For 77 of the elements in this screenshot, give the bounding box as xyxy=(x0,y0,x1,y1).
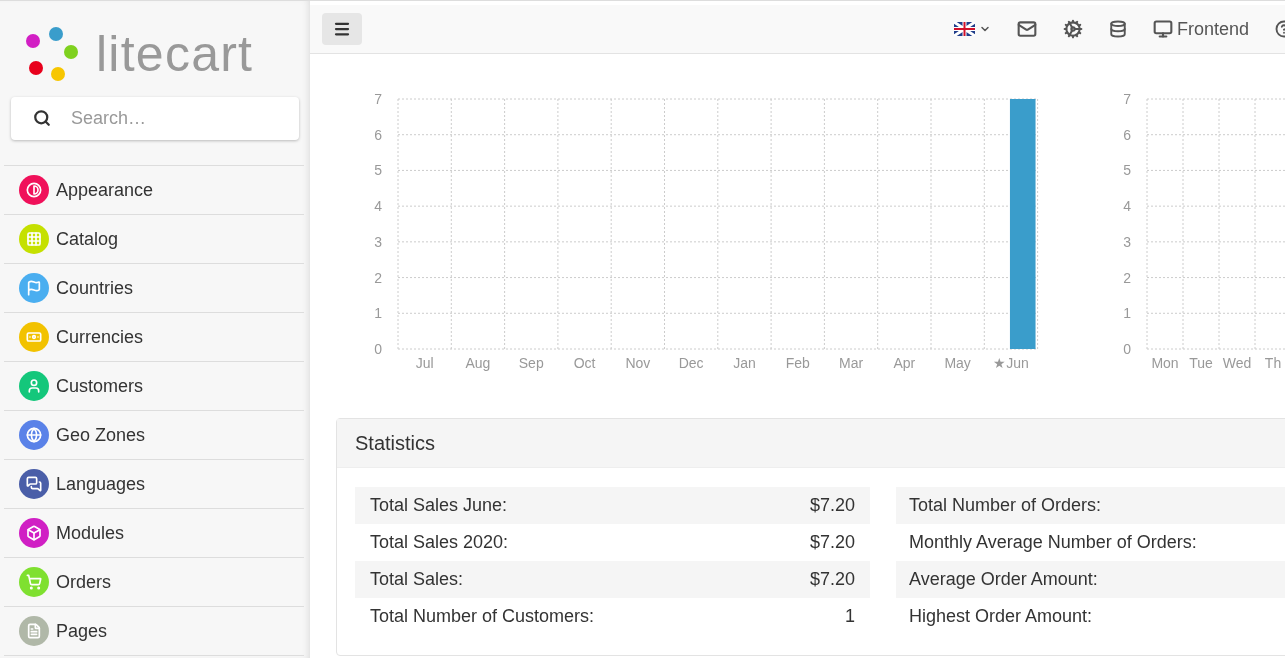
axis-tick-label: Mon xyxy=(1151,355,1179,371)
menu-item-label: Modules xyxy=(56,521,125,545)
stat-label: Total Sales June: xyxy=(370,494,508,517)
stat-label: Monthly Average Number of Orders: xyxy=(909,531,1197,554)
axis-tick-label: Tue xyxy=(1189,355,1213,371)
axis-tick-label: 0 xyxy=(1123,341,1131,357)
stat-value: $7.20 xyxy=(809,568,855,591)
axis-tick-label: 4 xyxy=(1123,198,1131,215)
stat-value: $7.20 xyxy=(809,531,855,554)
menu-item-label: Languages xyxy=(56,472,146,496)
axis-tick-label: 6 xyxy=(1123,126,1131,143)
stat-value: $7.20 xyxy=(809,494,855,517)
sidebar-item[interactable]: Appearance xyxy=(4,166,304,215)
sidebar-item[interactable]: Geo Zones xyxy=(4,411,304,460)
logo-dots-icon xyxy=(26,27,80,81)
language-flag-dropdown[interactable] xyxy=(953,22,991,36)
menu-icon xyxy=(333,20,351,38)
axis-tick-label: 1 xyxy=(374,305,382,322)
stat-label: Total Number of Orders: xyxy=(909,494,1102,517)
menu-item-label: Catalog xyxy=(56,227,119,251)
axis-tick-label: Feb xyxy=(785,355,810,371)
axis-tick-label: 6 xyxy=(374,126,382,143)
menu-item-label: Countries xyxy=(56,276,134,300)
axis-tick-label: 3 xyxy=(1123,233,1131,250)
sidebar-item[interactable]: Modules xyxy=(4,509,304,558)
stat-label: Total Number of Customers: xyxy=(370,605,595,628)
menu-item-label: Currencies xyxy=(56,325,144,349)
stat-value: 1 xyxy=(845,605,855,628)
frontend-link[interactable]: Frontend xyxy=(1152,15,1249,43)
axis-tick-label: 2 xyxy=(374,269,382,286)
axis-tick-label: 4 xyxy=(374,198,382,215)
sidebar-item[interactable]: Countries xyxy=(4,264,304,313)
menu-item-label: Appearance xyxy=(56,178,154,202)
axis-tick-label: Oct xyxy=(573,355,596,371)
search-field[interactable]: Search… xyxy=(11,97,299,140)
sidebar-item[interactable]: Currencies xyxy=(4,313,304,362)
stat-label: Highest Order Amount: xyxy=(909,605,1093,628)
axis-tick-label: 3 xyxy=(374,233,382,250)
monitor-icon xyxy=(1152,19,1173,39)
mail-icon[interactable] xyxy=(1016,19,1037,39)
axis-tick-label: Mar xyxy=(839,355,864,371)
sidebar-item[interactable]: Orders xyxy=(4,558,304,607)
panel-title: Statistics xyxy=(355,431,436,456)
axis-tick-label: 1 xyxy=(1123,305,1131,322)
stat-label: Average Order Amount: xyxy=(909,568,1098,591)
axis-tick-label: 7 xyxy=(1123,91,1131,107)
axis-tick-label: Wed xyxy=(1222,355,1252,371)
axis-tick-label: 5 xyxy=(1123,162,1131,179)
sidebar-item[interactable]: Pages xyxy=(4,607,304,656)
stat-label: Total Sales: xyxy=(370,568,464,591)
axis-tick-label: Nov xyxy=(625,355,651,371)
axis-tick-label: Dec xyxy=(678,355,704,371)
menu-button[interactable] xyxy=(322,13,362,45)
menu-item-label: Geo Zones xyxy=(56,423,146,447)
menu-item-label: Pages xyxy=(56,619,108,643)
sidebar-item[interactable]: Languages xyxy=(4,460,304,509)
menu-item-label: Orders xyxy=(56,570,111,594)
axis-tick-label: May xyxy=(944,355,971,371)
stat-label: Total Sales 2020: xyxy=(370,531,509,554)
search-icon xyxy=(33,109,51,127)
axis-tick-label: Apr xyxy=(893,355,916,371)
axis-tick-label: Aug xyxy=(465,355,491,371)
axis-tick-label: Jul xyxy=(415,355,434,371)
axis-tick-label: Sep xyxy=(518,355,544,371)
axis-tick-label: 5 xyxy=(374,162,382,179)
axis-tick-label: 2 xyxy=(1123,269,1131,286)
axis-tick-label: Th xyxy=(1264,355,1282,371)
logo-text: litecart xyxy=(96,29,254,79)
settings-icon[interactable] xyxy=(1062,19,1083,39)
axis-tick-label: Jan xyxy=(733,355,756,371)
sidebar-item[interactable]: Customers xyxy=(4,362,304,411)
sidebar-item[interactable]: Catalog xyxy=(4,215,304,264)
axis-tick-label: 7 xyxy=(374,91,382,107)
menu-item-label: Customers xyxy=(56,374,144,398)
database-icon[interactable] xyxy=(1108,20,1127,38)
axis-tick-label: 0 xyxy=(374,341,382,357)
axis-tick-label: ★Jun xyxy=(993,355,1029,371)
